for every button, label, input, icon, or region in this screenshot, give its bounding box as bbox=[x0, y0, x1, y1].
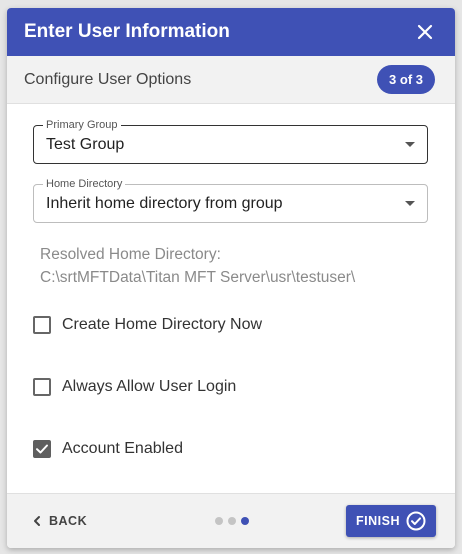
home-directory-label: Home Directory bbox=[43, 177, 126, 191]
check-circle-icon bbox=[406, 511, 426, 531]
checkbox-label: Always Allow User Login bbox=[62, 378, 237, 395]
resolved-home-directory: Resolved Home Directory: C:\srtMFTData\T… bbox=[33, 243, 428, 289]
resolved-home-directory-label: Resolved Home Directory: bbox=[40, 246, 221, 263]
primary-group-label: Primary Group bbox=[43, 118, 121, 132]
resolved-home-directory-path: C:\srtMFTData\Titan MFT Server\usr\testu… bbox=[40, 269, 356, 286]
dialog-footer: BACK FINISH bbox=[7, 493, 455, 548]
chevron-left-icon bbox=[34, 516, 40, 526]
checkbox-unchecked-icon[interactable] bbox=[33, 316, 51, 334]
checkmark-icon bbox=[36, 444, 48, 454]
close-button[interactable] bbox=[413, 20, 437, 44]
checkbox-label: Account Enabled bbox=[62, 440, 183, 457]
account-enabled-checkbox[interactable]: Account Enabled bbox=[33, 437, 428, 461]
checkbox-unchecked-icon[interactable] bbox=[33, 378, 51, 396]
caret-down-icon bbox=[405, 142, 415, 147]
finish-button[interactable]: FINISH bbox=[346, 505, 436, 537]
checkbox-checked-icon[interactable] bbox=[33, 440, 51, 458]
primary-group-value: Test Group bbox=[46, 135, 125, 153]
create-home-directory-checkbox[interactable]: Create Home Directory Now bbox=[33, 313, 428, 337]
step-dot-active bbox=[240, 517, 249, 525]
back-label: BACK bbox=[49, 514, 88, 528]
dialog-subheader: Configure User Options 3 of 3 bbox=[7, 56, 455, 104]
home-directory-select[interactable]: Home Directory Inherit home directory fr… bbox=[33, 177, 428, 223]
step-indicator bbox=[214, 517, 249, 525]
dialog-title: Enter User Information bbox=[24, 21, 230, 42]
step-dot bbox=[227, 517, 236, 525]
finish-label: FINISH bbox=[356, 514, 400, 528]
dialog-body: Primary Group Test Group Home Directory … bbox=[7, 104, 455, 461]
dialog-header: Enter User Information bbox=[7, 8, 455, 56]
user-info-dialog: Enter User Information Configure User Op… bbox=[7, 8, 455, 548]
back-button[interactable]: BACK bbox=[31, 514, 87, 528]
caret-down-icon bbox=[405, 201, 415, 206]
step-badge: 3 of 3 bbox=[377, 65, 435, 94]
primary-group-select[interactable]: Primary Group Test Group bbox=[33, 118, 428, 164]
close-icon bbox=[417, 24, 433, 40]
always-allow-login-checkbox[interactable]: Always Allow User Login bbox=[33, 375, 428, 399]
section-title: Configure User Options bbox=[24, 70, 192, 88]
step-dot bbox=[214, 517, 223, 525]
checkbox-label: Create Home Directory Now bbox=[62, 316, 263, 333]
home-directory-value: Inherit home directory from group bbox=[46, 194, 283, 212]
